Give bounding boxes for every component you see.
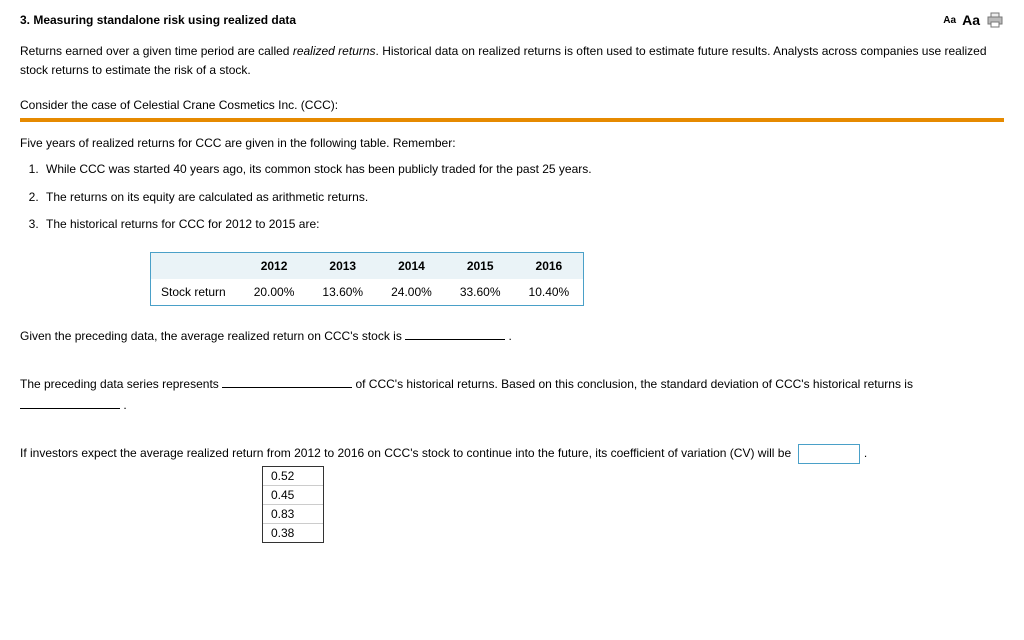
intro-paragraph: Returns earned over a given time period … [20, 42, 1004, 80]
table-header: 2014 [377, 252, 446, 279]
table-cell: 10.40% [515, 279, 584, 306]
q1-suffix: . [509, 329, 512, 343]
table-header-blank [151, 252, 240, 279]
cv-option[interactable]: 0.52 [263, 466, 323, 485]
list-item: The returns on its equity are calculated… [42, 188, 1004, 207]
case-line: Consider the case of Celestial Crane Cos… [20, 98, 1004, 112]
table-header: 2013 [308, 252, 377, 279]
fill-blank[interactable] [405, 327, 505, 340]
table-header: 2016 [515, 252, 584, 279]
cv-option[interactable]: 0.83 [263, 504, 323, 523]
q3-suffix: . [864, 446, 867, 460]
cv-option[interactable]: 0.45 [263, 485, 323, 504]
q1-text: Given the preceding data, the average re… [20, 329, 405, 343]
cv-dropdown-options: 0.52 0.45 0.83 0.38 [262, 466, 324, 543]
table-row-label: Stock return [151, 279, 240, 306]
returns-table: 2012 2013 2014 2015 2016 Stock return 20… [150, 252, 584, 306]
font-decrease-button[interactable]: Aa [943, 15, 956, 26]
list-item: While CCC was started 40 years ago, its … [42, 160, 1004, 179]
question-2: The preceding data series represents of … [20, 374, 1004, 415]
q3-text: If investors expect the average realized… [20, 446, 791, 460]
table-header: 2012 [240, 252, 309, 279]
font-controls: Aa Aa [943, 12, 1004, 28]
table-cell: 33.60% [446, 279, 515, 306]
points-list: While CCC was started 40 years ago, its … [42, 160, 1004, 234]
print-icon[interactable] [986, 12, 1004, 28]
fill-blank[interactable] [20, 396, 120, 409]
divider [20, 118, 1004, 122]
q2-text-b: of CCC's historical returns. Based on th… [355, 377, 913, 391]
fill-blank[interactable] [222, 375, 352, 388]
q2-suffix: . [123, 398, 126, 412]
question-1: Given the preceding data, the average re… [20, 326, 1004, 346]
table-cell: 20.00% [240, 279, 309, 306]
table-header: 2015 [446, 252, 515, 279]
table-cell: 24.00% [377, 279, 446, 306]
section-title: 3. Measuring standalone risk using reali… [20, 13, 296, 27]
question-3: If investors expect the average realized… [20, 443, 1004, 543]
remember-line: Five years of realized returns for CCC a… [20, 136, 1004, 150]
cv-option[interactable]: 0.38 [263, 523, 323, 542]
table-cell: 13.60% [308, 279, 377, 306]
list-item: The historical returns for CCC for 2012 … [42, 215, 1004, 234]
font-increase-button[interactable]: Aa [962, 12, 980, 28]
cv-select-box[interactable] [798, 444, 860, 464]
q2-text-a: The preceding data series represents [20, 377, 222, 391]
